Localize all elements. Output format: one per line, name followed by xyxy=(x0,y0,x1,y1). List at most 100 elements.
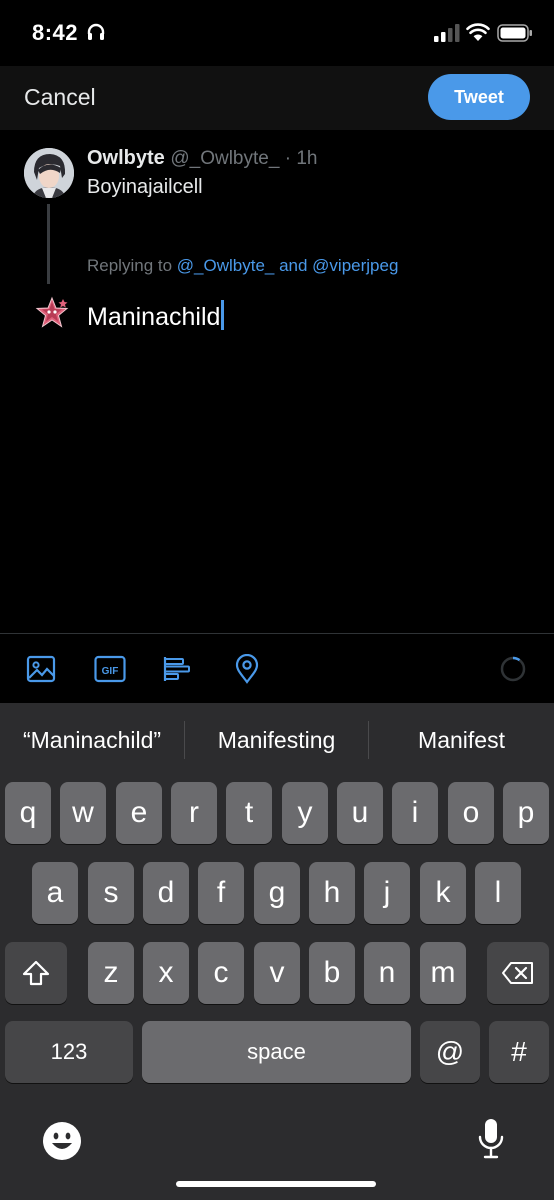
replying-prefix: Replying to xyxy=(87,256,177,275)
gif-icon: GIF xyxy=(94,655,126,683)
numbers-key[interactable]: 123 xyxy=(5,1021,133,1083)
image-icon[interactable] xyxy=(26,654,56,684)
key-g[interactable]: g xyxy=(254,862,300,924)
key-u[interactable]: u xyxy=(337,782,383,844)
hash-key[interactable]: # xyxy=(489,1021,549,1083)
key-label: n xyxy=(378,956,396,989)
compose-toolbar: GIF xyxy=(0,633,554,703)
key-l[interactable]: l xyxy=(475,862,521,924)
replying-to[interactable]: Replying to @_Owlbyte_ and @viperjpeg xyxy=(87,256,398,276)
key-label: space xyxy=(247,1039,306,1064)
key-label: 123 xyxy=(50,1039,88,1064)
key-label: d xyxy=(157,876,175,909)
key-label: q xyxy=(19,796,37,829)
key-label: e xyxy=(130,796,148,829)
key-label: m xyxy=(430,956,456,989)
key-t[interactable]: t xyxy=(226,782,272,844)
key-label: @ xyxy=(435,1036,465,1067)
key-label: v xyxy=(269,956,285,989)
suggestion-bar: “Maninachild” Manifesting Manifest xyxy=(0,703,554,779)
key-z[interactable]: z xyxy=(88,942,134,1004)
avatar-image xyxy=(24,148,74,198)
tweet-button[interactable]: Tweet xyxy=(428,74,530,120)
key-label: j xyxy=(383,876,391,909)
emoji-icon[interactable] xyxy=(42,1121,82,1161)
mention-viperjpeg[interactable]: @viperjpeg xyxy=(312,256,398,275)
poll-icon[interactable] xyxy=(162,654,192,684)
gif-button[interactable]: GIF xyxy=(94,654,126,684)
suggestion-2[interactable]: Manifesting xyxy=(185,727,368,754)
location-icon[interactable] xyxy=(232,654,262,684)
key-label: a xyxy=(46,876,64,909)
suggestion-1[interactable]: “Maninachild” xyxy=(0,727,184,754)
key-o[interactable]: o xyxy=(448,782,494,844)
reply-input[interactable]: Maninachild xyxy=(87,300,225,332)
separator: · xyxy=(279,148,297,169)
key-e[interactable]: e xyxy=(116,782,162,844)
key-label: r xyxy=(189,796,199,829)
key-x[interactable]: x xyxy=(143,942,189,1004)
key-d[interactable]: d xyxy=(143,862,189,924)
reply-draft-text: Maninachild xyxy=(87,303,221,331)
key-m[interactable]: m xyxy=(420,942,466,1004)
key-i[interactable]: i xyxy=(392,782,438,844)
compose-area: Owlbyte @_Owlbyte_ · 1h Boyinajailcell R… xyxy=(0,130,554,633)
key-label: h xyxy=(323,876,341,909)
key-label: b xyxy=(323,956,341,989)
tweet-time: 1h xyxy=(296,148,318,169)
tweet-author-line: Owlbyte @_Owlbyte_ · 1h xyxy=(87,147,317,170)
key-label: t xyxy=(244,796,254,829)
avatar[interactable] xyxy=(24,148,74,198)
battery-icon xyxy=(497,24,532,42)
key-a[interactable]: a xyxy=(32,862,78,924)
microphone-icon[interactable] xyxy=(476,1117,506,1161)
key-label: w xyxy=(72,796,94,829)
shift-key[interactable] xyxy=(5,942,67,1004)
key-label: l xyxy=(494,876,502,909)
key-h[interactable]: h xyxy=(309,862,355,924)
key-label: p xyxy=(517,796,535,829)
author-handle: @_Owlbyte_ xyxy=(170,148,280,169)
key-label: s xyxy=(103,876,119,909)
key-j[interactable]: j xyxy=(364,862,410,924)
shift-icon xyxy=(22,960,50,986)
key-r[interactable]: r xyxy=(171,782,217,844)
key-b[interactable]: b xyxy=(309,942,355,1004)
key-label: u xyxy=(351,796,369,829)
gif-label: GIF xyxy=(102,666,119,677)
delete-key[interactable] xyxy=(487,942,549,1004)
key-q[interactable]: q xyxy=(5,782,51,844)
key-s[interactable]: s xyxy=(88,862,134,924)
wifi-icon xyxy=(466,23,490,41)
key-p[interactable]: p xyxy=(503,782,549,844)
key-label: z xyxy=(103,956,119,989)
user-avatar-star-icon xyxy=(33,294,71,332)
cancel-button[interactable]: Cancel xyxy=(24,84,96,111)
key-w[interactable]: w xyxy=(60,782,106,844)
key-label: y xyxy=(297,796,313,829)
key-k[interactable]: k xyxy=(420,862,466,924)
thread-line xyxy=(47,204,50,284)
key-f[interactable]: f xyxy=(198,862,244,924)
home-indicator[interactable] xyxy=(176,1181,376,1187)
key-label: # xyxy=(511,1036,527,1067)
keyboard: “Maninachild” Manifesting Manifest q w e… xyxy=(0,703,554,1200)
suggestion-3[interactable]: Manifest xyxy=(369,727,554,754)
key-v[interactable]: v xyxy=(254,942,300,1004)
key-label: g xyxy=(268,876,286,909)
key-y[interactable]: y xyxy=(282,782,328,844)
space-key[interactable]: space xyxy=(142,1021,411,1083)
author-name[interactable]: Owlbyte xyxy=(87,147,165,169)
key-label: k xyxy=(435,876,451,909)
key-label: x xyxy=(158,956,174,989)
backspace-icon xyxy=(502,962,533,984)
key-label: i xyxy=(411,796,419,829)
text-caret xyxy=(221,300,225,330)
cellular-signal-icon xyxy=(434,24,460,42)
status-bar: 8:42 xyxy=(0,0,554,66)
at-key[interactable]: @ xyxy=(420,1021,480,1083)
mention-owlbyte[interactable]: @_Owlbyte_ xyxy=(177,256,275,275)
status-time: 8:42 xyxy=(32,20,79,45)
key-n[interactable]: n xyxy=(364,942,410,1004)
key-c[interactable]: c xyxy=(198,942,244,1004)
